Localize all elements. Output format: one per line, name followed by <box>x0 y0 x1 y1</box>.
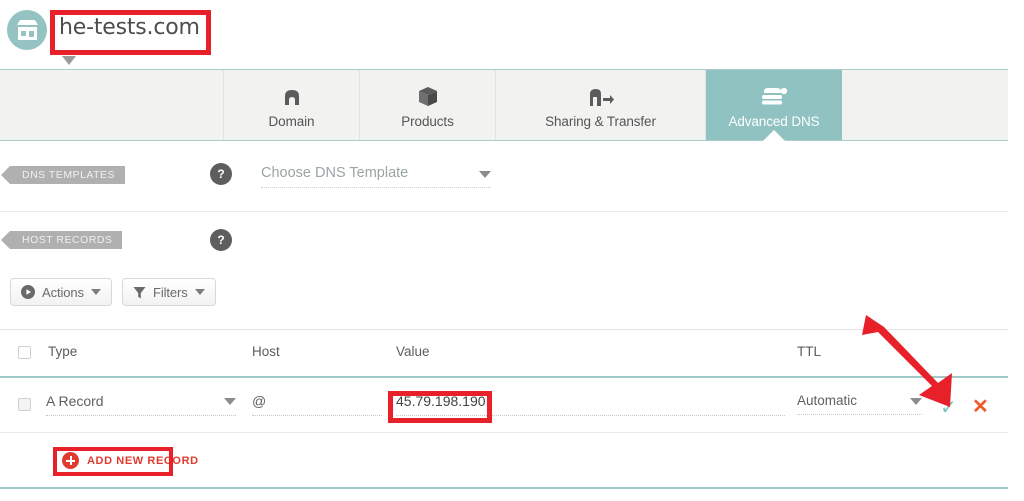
confirm-check-icon[interactable]: ✓ <box>940 395 957 420</box>
tab-domain-label: Domain <box>268 114 315 129</box>
table-bottom-divider <box>0 487 1008 489</box>
dns-template-select-value: Choose DNS Template <box>261 165 409 181</box>
tab-advanced-dns-label: Advanced DNS <box>728 114 820 129</box>
chevron-down-icon <box>224 398 236 405</box>
record-ttl-select[interactable]: Automatic <box>797 393 922 415</box>
section-divider-1 <box>0 211 1008 212</box>
caret-down-icon <box>90 289 101 295</box>
table-top-divider <box>0 329 1008 330</box>
tab-domain[interactable]: Domain <box>224 70 360 140</box>
funnel-icon <box>133 286 146 298</box>
record-ttl-value: Automatic <box>797 393 858 408</box>
host-records-title: HOST RECORDS <box>0 231 123 249</box>
plus-circle-icon <box>62 452 79 469</box>
close-x-icon[interactable]: ✕ <box>972 394 989 419</box>
actions-button-label: Actions <box>42 284 84 300</box>
filters-button-label: Filters <box>153 284 188 300</box>
storefront-icon <box>7 10 47 50</box>
record-host-input[interactable]: @ <box>252 393 382 416</box>
tab-products-label: Products <box>401 114 454 129</box>
page-title: he-tests.com <box>59 15 200 40</box>
row-select-checkbox[interactable] <box>18 398 31 411</box>
text-cursor <box>486 394 488 409</box>
record-value-text: 45.79.198.190 <box>396 393 486 409</box>
record-host-value: @ <box>252 393 267 409</box>
table-row: A Record @ 45.79.198.190 Automatic <box>0 377 1008 432</box>
share-arrow-icon <box>588 81 614 107</box>
add-new-record-button[interactable]: ADD NEW RECORD <box>62 452 199 469</box>
page-header: he-tests.com <box>0 0 1024 65</box>
table-row-divider <box>0 432 1008 433</box>
column-header-host: Host <box>252 344 280 359</box>
home-icon <box>282 81 302 107</box>
select-all-checkbox[interactable] <box>18 346 31 359</box>
tab-bar: Domain Products Sharing & Transfer Advan… <box>0 69 1008 141</box>
actions-button[interactable]: Actions <box>10 278 112 306</box>
chevron-down-icon <box>910 398 922 405</box>
advanced-dns-page: he-tests.com Domain Products Sharing & T… <box>0 0 1024 501</box>
question-mark-icon-host-records[interactable]: ? <box>210 229 232 251</box>
add-new-record-label: ADD NEW RECORD <box>87 454 199 467</box>
tab-sharing-transfer-label: Sharing & Transfer <box>545 114 656 129</box>
caret-down-icon[interactable] <box>62 56 76 65</box>
tab-sharing-transfer[interactable]: Sharing & Transfer <box>496 70 706 140</box>
tab-bar-left-spacer <box>0 70 224 140</box>
record-value-input[interactable]: 45.79.198.190 <box>396 393 785 416</box>
play-circle-icon <box>21 285 35 299</box>
chevron-down-icon <box>479 171 491 178</box>
box-icon <box>418 81 438 107</box>
dns-templates-title: DNS TEMPLATES <box>0 166 126 184</box>
filters-button[interactable]: Filters <box>122 278 216 306</box>
column-header-ttl: TTL <box>797 344 822 359</box>
record-type-select[interactable]: A Record <box>46 393 236 416</box>
column-header-type: Type <box>48 344 78 359</box>
tab-products[interactable]: Products <box>360 70 496 140</box>
table-header-row: Type Host Value TTL <box>0 332 1008 372</box>
tab-advanced-dns[interactable]: Advanced DNS <box>706 70 842 141</box>
active-tab-notch <box>763 130 785 141</box>
question-mark-icon-dns-templates[interactable]: ? <box>210 163 232 185</box>
column-header-value: Value <box>396 344 430 359</box>
tab-bar-right-spacer <box>842 70 1008 140</box>
dns-template-select[interactable]: Choose DNS Template <box>261 164 491 188</box>
server-icon <box>760 81 788 107</box>
caret-down-icon <box>194 289 205 295</box>
record-type-value: A Record <box>46 393 104 409</box>
